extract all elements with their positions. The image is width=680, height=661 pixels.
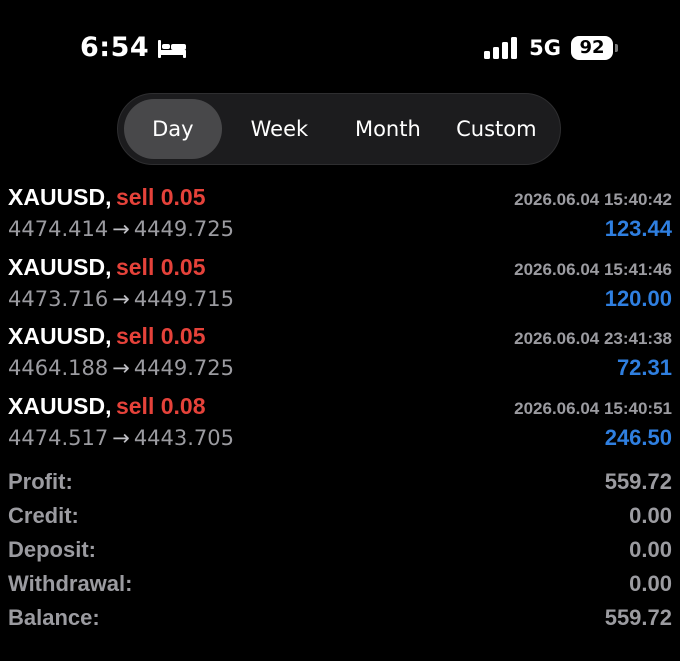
summary-value: 0.00 — [629, 537, 672, 562]
battery-nub — [615, 44, 618, 52]
summary-label: Profit: — [8, 469, 73, 494]
network-type: 5G — [529, 36, 561, 60]
trade-profit: 246.50 — [604, 424, 672, 450]
trade-row[interactable]: XAUUSD, sell 0.08 2026.06.04 15:40:51 44… — [0, 389, 680, 459]
trade-timestamp: 2026.06.04 15:41:46 — [514, 259, 672, 279]
summary-row-deposit: Deposit: 0.00 — [0, 533, 680, 567]
trade-title: XAUUSD, sell 0.05 — [8, 184, 206, 211]
arrow-right-icon: → — [112, 356, 130, 380]
summary-row-withdrawal: Withdrawal: 0.00 — [0, 567, 680, 601]
trade-profit: 120.00 — [604, 285, 672, 311]
summary-row-profit: Profit: 559.72 — [0, 465, 680, 499]
summary-value: 559.72 — [604, 605, 672, 630]
tab-custom[interactable]: Custom — [439, 99, 554, 159]
trade-prices: 4474.414 → 4449.725 — [8, 217, 234, 241]
summary-row-balance: Balance: 559.72 — [0, 601, 680, 635]
tab-day[interactable]: Day — [124, 99, 222, 159]
trade-close-price: 4449.725 — [133, 356, 235, 380]
trade-history-list: XAUUSD, sell 0.05 2026.06.04 15:40:42 44… — [0, 180, 680, 458]
summary-label: Withdrawal: — [8, 571, 133, 596]
cellular-signal-icon — [483, 37, 519, 59]
trade-close-price: 4449.725 — [133, 217, 235, 241]
trade-timestamp: 2026.06.04 23:41:38 — [514, 329, 672, 348]
summary-value: 0.00 — [629, 571, 672, 596]
status-time-group: 6:54 — [80, 32, 187, 63]
trade-title: XAUUSD, sell 0.08 — [8, 393, 206, 420]
trade-symbol: XAUUSD, — [8, 323, 112, 349]
summary-row-credit: Credit: 0.00 — [0, 499, 680, 533]
battery-level: 92 — [571, 36, 613, 60]
trade-profit: 123.44 — [604, 216, 672, 241]
trade-symbol: XAUUSD, — [8, 184, 112, 210]
battery-icon: 92 — [571, 36, 618, 60]
tab-month[interactable]: Month — [337, 99, 439, 159]
arrow-right-icon: → — [112, 217, 130, 241]
summary-label: Balance: — [8, 605, 100, 630]
trade-close-price: 4449.715 — [133, 286, 235, 311]
tab-week[interactable]: Week — [222, 99, 337, 159]
trade-title: XAUUSD, sell 0.05 — [8, 323, 206, 350]
trade-row[interactable]: XAUUSD, sell 0.05 2026.06.04 23:41:38 44… — [0, 319, 680, 389]
sleep-bed-icon — [157, 38, 187, 60]
status-right-group: 5G 92 — [483, 36, 618, 60]
arrow-right-icon: → — [112, 425, 130, 450]
trade-timestamp: 2026.06.04 15:40:51 — [514, 398, 672, 418]
trade-open-price: 4473.716 — [8, 286, 109, 311]
trade-title: XAUUSD, sell 0.05 — [8, 254, 206, 281]
summary-label: Deposit: — [8, 537, 96, 562]
trade-side: sell 0.05 — [115, 253, 206, 280]
status-time: 6:54 — [80, 32, 150, 63]
trade-close-price: 4443.705 — [133, 425, 235, 450]
account-summary: Profit: 559.72 Credit: 0.00 Deposit: 0.0… — [0, 465, 680, 635]
trade-symbol: XAUUSD, — [8, 253, 112, 280]
summary-value: 0.00 — [629, 503, 672, 528]
trade-profit: 72.31 — [616, 355, 672, 380]
trade-open-price: 4474.414 — [8, 217, 109, 241]
trade-prices: 4474.517 → 4443.705 — [8, 426, 234, 450]
trade-side: sell 0.05 — [115, 184, 206, 210]
trade-open-price: 4464.188 — [8, 356, 109, 380]
trade-row[interactable]: XAUUSD, sell 0.05 2026.06.04 15:40:42 44… — [0, 180, 680, 250]
trade-symbol: XAUUSD, — [8, 392, 112, 419]
arrow-right-icon: → — [112, 286, 130, 311]
trade-timestamp: 2026.06.04 15:40:42 — [514, 190, 672, 209]
trade-prices: 4464.188 → 4449.725 — [8, 356, 234, 380]
period-segmented-control: Day Week Month Custom — [117, 93, 561, 165]
summary-value: 559.72 — [604, 469, 672, 494]
trade-open-price: 4474.517 — [8, 425, 109, 450]
trade-row[interactable]: XAUUSD, sell 0.05 2026.06.04 15:41:46 44… — [0, 250, 680, 320]
summary-label: Credit: — [8, 503, 79, 528]
status-bar: 6:54 5G 92 — [0, 0, 680, 96]
trade-side: sell 0.08 — [115, 392, 206, 419]
trade-prices: 4473.716 → 4449.715 — [8, 287, 234, 311]
trade-side: sell 0.05 — [115, 323, 206, 349]
